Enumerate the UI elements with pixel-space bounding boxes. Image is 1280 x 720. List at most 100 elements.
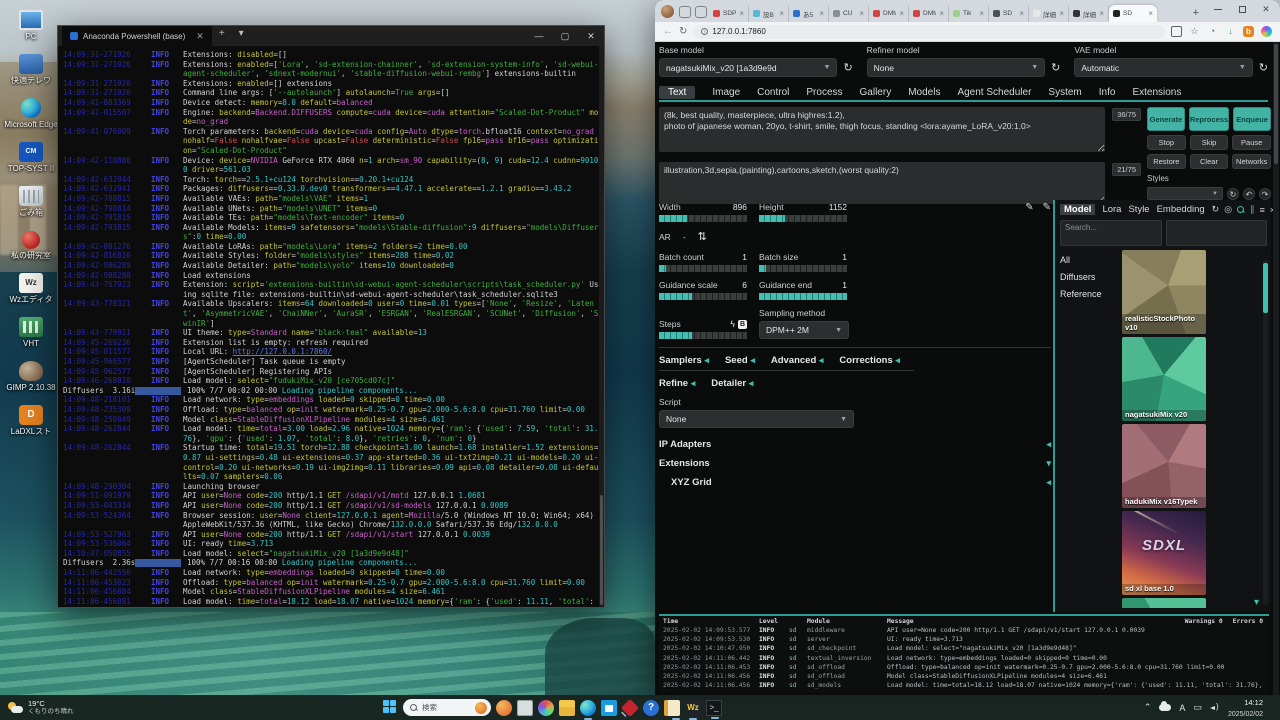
networks-button[interactable]: Networks — [1232, 154, 1271, 169]
taskbar-help-app-icon[interactable]: ? — [643, 700, 659, 716]
browser-tab-active[interactable]: SD× — [1109, 5, 1157, 22]
pencil-icon[interactable]: ✎ — [1043, 202, 1051, 213]
favorites-icon[interactable]: ☆ — [1189, 26, 1200, 37]
terminal-output[interactable]: 14:09:31-271926INFOExtensions: disabled=… — [58, 46, 604, 607]
tab-process[interactable]: Process — [806, 87, 842, 98]
terminal-titlebar[interactable]: Anaconda Powershell (base) ✕ + ▾ — ▢ ✕ — [58, 26, 604, 46]
page-scrollbar[interactable] — [1273, 42, 1279, 695]
tray-chevron-icon[interactable]: ⌃ — [1144, 702, 1152, 713]
browser-tab[interactable]: CU× — [829, 5, 869, 22]
pause-icon[interactable]: ∥ — [1250, 204, 1255, 215]
desktop-icon-gimp[interactable]: GIMP 2.10.38 — [4, 361, 58, 392]
tab-extensions[interactable]: Extensions — [1132, 87, 1181, 98]
networks-tab-lora[interactable]: Lora — [1102, 204, 1121, 215]
tab-close-icon[interactable]: × — [1099, 9, 1104, 18]
networks-tab-style[interactable]: Style — [1128, 204, 1149, 215]
taskbar-edge-icon[interactable] — [580, 700, 596, 716]
collections-icon[interactable]: ◔ — [1207, 26, 1218, 37]
model-card[interactable]: SDXLsd xl base 1.0 — [1122, 511, 1206, 595]
networks-tab-embedding[interactable]: Embedding — [1157, 204, 1205, 215]
tab-close-icon[interactable]: × — [1059, 9, 1064, 18]
stop-button[interactable]: Stop — [1147, 135, 1186, 150]
swap-dimensions-icon[interactable]: ⇅ — [698, 230, 707, 243]
enqueue-button[interactable]: Enqueue — [1233, 107, 1271, 131]
accordion-samplers[interactable]: Samplers ◂ — [659, 355, 709, 366]
networks-category-all[interactable]: All — [1060, 255, 1122, 265]
tab-models[interactable]: Models — [908, 87, 940, 98]
terminal-tab-dropdown-icon[interactable]: ▾ — [232, 26, 251, 46]
reprocess-button[interactable]: Reprocess — [1189, 107, 1229, 131]
tab-text[interactable]: Text — [659, 86, 695, 99]
refresh-icon[interactable]: ↻ — [679, 26, 687, 37]
styles-refresh-icon[interactable]: ↻ — [1227, 188, 1239, 200]
tab-close-icon[interactable]: × — [979, 9, 984, 18]
networks-expand-icon[interactable]: ▾ — [1254, 597, 1259, 608]
speaker-icon[interactable] — [1210, 703, 1220, 713]
clear-button[interactable]: Clear — [1190, 154, 1229, 169]
styles-apply-icon[interactable]: ↶ — [1243, 188, 1255, 200]
taskbar-editor-app-icon[interactable] — [664, 700, 680, 716]
browser-tab[interactable]: DMM× — [909, 5, 949, 22]
ime-indicator[interactable]: A — [1179, 703, 1185, 713]
networks-category-reference[interactable]: Reference — [1060, 289, 1122, 299]
taskbar-search[interactable]: 検索 — [403, 699, 491, 716]
networks-category-diffusers[interactable]: Diffusers — [1060, 272, 1122, 282]
taskbar-security-app-icon[interactable] — [621, 698, 639, 716]
show-desktop-button[interactable] — [1271, 699, 1274, 717]
script-dropdown[interactable]: None▼ — [659, 410, 854, 428]
desktop-icon-bin[interactable]: ごみ箱 — [4, 186, 58, 217]
tab-close-icon[interactable]: × — [939, 9, 944, 18]
scan-icon[interactable]: ◎ — [1224, 204, 1232, 215]
browser-minimize-button[interactable] — [1206, 0, 1230, 18]
browser-close-button[interactable]: ✕ — [1254, 0, 1278, 18]
accordion-corrections[interactable]: Corrections ◂ — [839, 355, 900, 366]
split-screen-icon[interactable] — [1171, 26, 1182, 37]
desktop-icon-wz[interactable]: WzWzエディタ — [4, 273, 58, 304]
terminal-tab-close-icon[interactable]: ✕ — [196, 31, 204, 42]
accordion-detailer[interactable]: Detailer ◂ — [711, 378, 753, 389]
accordion-advanced[interactable]: Advanced ◂ — [771, 355, 824, 366]
workspaces-icon[interactable] — [679, 6, 691, 18]
terminal-close-button[interactable]: ✕ — [578, 26, 604, 46]
refresh-icon[interactable]: ↻ — [1212, 204, 1220, 215]
browser-maximize-button[interactable] — [1230, 0, 1254, 18]
tab-close-icon[interactable]: × — [899, 9, 904, 18]
copilot-icon[interactable] — [1261, 26, 1272, 37]
steps-mode-icon[interactable]: ϟ — [730, 319, 735, 329]
browser-essentials-icon[interactable]: b — [1243, 26, 1254, 37]
warnings-count[interactable]: Warnings 0 — [1185, 618, 1223, 625]
desktop-icon-edge[interactable]: Microsoft Edge — [4, 98, 58, 129]
skip-button[interactable]: Skip — [1190, 135, 1229, 150]
browser-profile-avatar[interactable] — [661, 5, 674, 18]
terminal-maximize-button[interactable]: ▢ — [552, 26, 578, 46]
desktop-icon-lab[interactable]: 私の研究室 — [4, 230, 58, 260]
styles-dropdown[interactable]: ▼ — [1147, 187, 1223, 200]
taskbar-file-explorer-icon[interactable] — [559, 700, 575, 716]
model-refresh-icon[interactable]: ↻ — [1259, 61, 1268, 74]
section-xyz-grid[interactable]: XYZ Grid◂ — [659, 474, 1051, 491]
terminal-scrollbar[interactable] — [599, 46, 604, 607]
accordion-refine[interactable]: Refine ◂ — [659, 378, 695, 389]
start-button[interactable] — [383, 700, 398, 715]
onedrive-icon[interactable] — [1159, 704, 1171, 711]
tab-close-icon[interactable]: × — [859, 9, 864, 18]
desktop-icon-tv[interactable]: CMTOP-SYST II — [4, 142, 58, 173]
model-dropdown[interactable]: None▼ — [867, 58, 1045, 77]
browser-tab[interactable]: 設B× — [749, 5, 789, 22]
model-card[interactable] — [1122, 598, 1206, 608]
model-card[interactable]: realisticStockPhoto v10 — [1122, 250, 1206, 334]
list-view-icon[interactable]: ≡ — [1260, 205, 1265, 215]
taskbar-task-view-icon[interactable] — [517, 700, 533, 716]
back-icon[interactable]: ← — [663, 26, 673, 37]
accordion-seed[interactable]: Seed ◂ — [725, 355, 755, 366]
desktop-icon-ldx[interactable]: DLaDXLスト — [4, 405, 58, 436]
tab-agent-scheduler[interactable]: Agent Scheduler — [957, 87, 1031, 98]
negative-prompt-input[interactable]: illustration,3d,sepia,(painting),cartoon… — [659, 162, 1105, 204]
networks-description-input[interactable] — [1166, 220, 1268, 246]
search-icon[interactable] — [1237, 206, 1245, 214]
tab-image[interactable]: Image — [712, 87, 740, 98]
networks-search-input[interactable] — [1060, 220, 1162, 246]
tab-control[interactable]: Control — [757, 87, 789, 98]
terminal-minimize-button[interactable]: — — [526, 26, 552, 46]
model-refresh-icon[interactable]: ↻ — [1051, 61, 1060, 74]
